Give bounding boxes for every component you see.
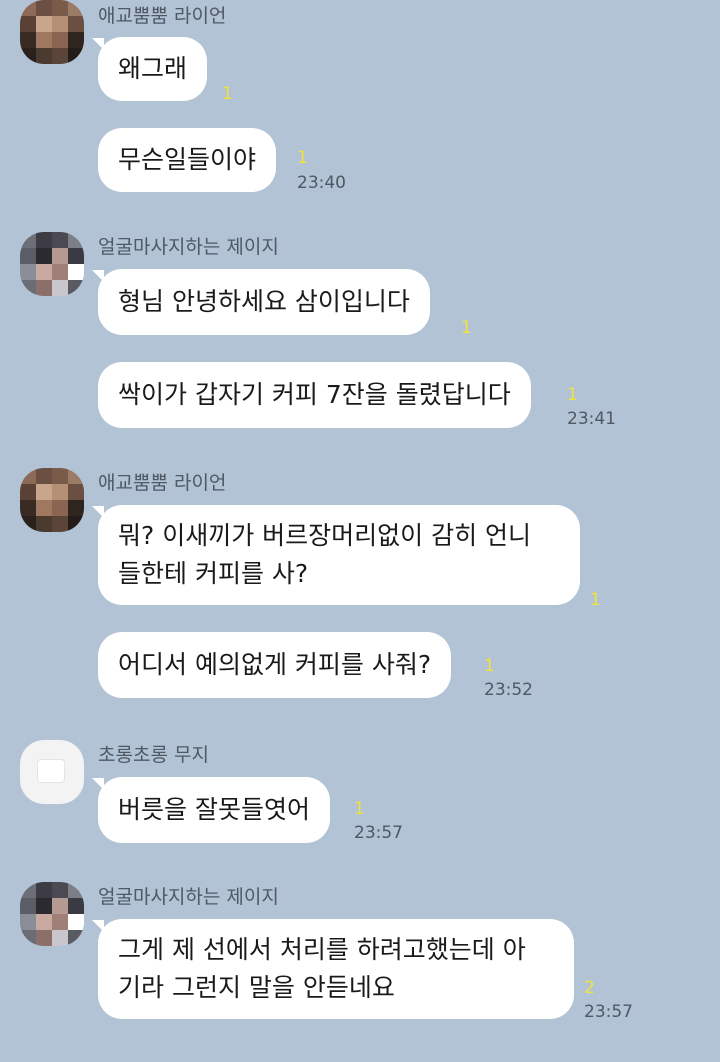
sender-name: 초롱초롱 무지 (98, 744, 209, 766)
message-text-line: 들한테 커피를 사? (118, 559, 309, 588)
unread-count: 1 (567, 385, 578, 405)
avatar-jay-g[interactable] (20, 232, 84, 296)
message-bubble[interactable]: 왜그래 (98, 37, 208, 101)
unread-count: 1 (354, 799, 365, 819)
message-time: 23:57 (354, 823, 403, 843)
unread-count: 1 (590, 590, 601, 610)
message-text-line: 그게 제 선에서 처리를 하려고했는데 아 (118, 935, 526, 964)
sender-name: 얼굴마사지하는 제이지 (98, 236, 279, 258)
avatar-ryan[interactable] (20, 468, 84, 532)
message-text-line: 뭐? 이새끼가 버르장머리없이 감히 언니 (118, 521, 532, 550)
message-time: 23:57 (584, 1002, 633, 1022)
unread-count: 2 (584, 978, 595, 998)
sender-name: 애교뿜뿜 라이언 (98, 472, 227, 494)
unread-count: 1 (461, 318, 472, 338)
message-time: 23:52 (484, 680, 533, 700)
message-time: 23:41 (567, 409, 616, 429)
unread-count: 1 (484, 656, 495, 676)
unread-count: 1 (297, 148, 308, 168)
message-bubble[interactable]: 그게 제 선에서 처리를 하려고했는데 아 기라 그런지 말을 안듣네요 (98, 919, 574, 1019)
message-text-line: 기라 그런지 말을 안듣네요 (118, 973, 395, 1002)
avatar-muzi[interactable] (20, 740, 84, 804)
avatar-jay-g[interactable] (20, 882, 84, 946)
muzi-icon (38, 760, 64, 782)
sender-name: 애교뿜뿜 라이언 (98, 5, 227, 27)
message-bubble[interactable]: 싹이가 갑자기 커피 7잔을 돌렸답니다 (98, 362, 531, 428)
message-time: 23:40 (297, 173, 346, 193)
message-bubble[interactable]: 형님 안녕하세요 삼이입니다 (98, 269, 430, 335)
avatar-ryan[interactable] (20, 0, 84, 64)
sender-name: 얼굴마사지하는 제이지 (98, 886, 279, 908)
message-bubble[interactable]: 어디서 예의없게 커피를 사줘? (98, 632, 452, 698)
message-bubble[interactable]: 뭐? 이새끼가 버르장머리없이 감히 언니 들한테 커피를 사? (98, 505, 580, 605)
message-bubble[interactable]: 버릇을 잘못들엿어 (98, 777, 330, 843)
unread-count: 1 (222, 84, 233, 104)
message-bubble[interactable]: 무슨일들이야 (98, 128, 277, 192)
